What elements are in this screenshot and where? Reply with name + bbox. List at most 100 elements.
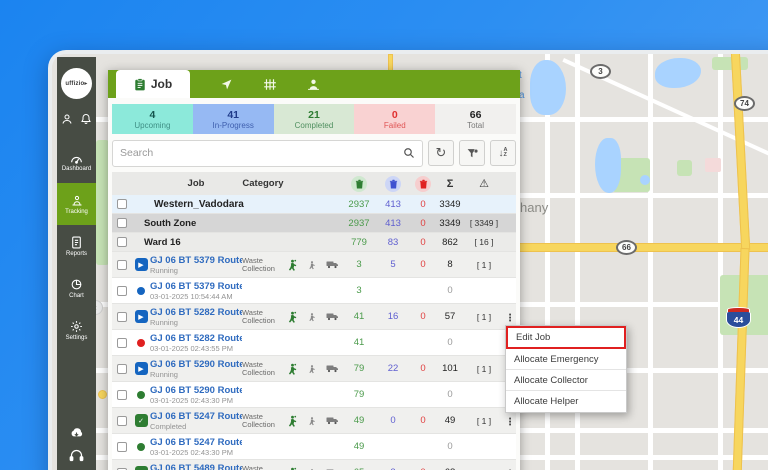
job-name-link[interactable]: GJ 06 BT 5247 Route 16	[150, 411, 242, 422]
job-name-link[interactable]: GJ 06 BT 5290 Route 5	[150, 385, 242, 396]
running-status-icon: ▶	[135, 362, 148, 375]
truck-icon	[326, 364, 339, 373]
job-name-link[interactable]: GJ 06 BT 5247 Route 16	[150, 437, 242, 448]
route-marker-3: 3	[590, 64, 611, 79]
row-checkbox[interactable]	[117, 312, 127, 322]
tab-job[interactable]: Job	[116, 70, 190, 98]
sidebar-item-dashboard[interactable]: Dashboard	[57, 141, 96, 183]
status-card-completed[interactable]: 21Completed	[274, 104, 355, 134]
job-category: Waste Collection	[242, 361, 284, 377]
status-card-failed[interactable]: 0Failed	[354, 104, 435, 134]
map-water	[595, 138, 621, 193]
column-header-job[interactable]: Job	[150, 178, 242, 189]
column-header-sigma: Σ	[436, 178, 464, 190]
table-row-instance[interactable]: GJ 06 BT 5379 Route 703-01-2025 10:54:44…	[112, 278, 516, 304]
table-row-job[interactable]: ▶GJ 06 BT 5290 Route 5RunningWaste Colle…	[112, 356, 516, 382]
bell-icon[interactable]	[80, 113, 92, 125]
row-checkbox[interactable]	[117, 390, 127, 400]
table-row-job[interactable]: ✓GJ 06 BT 5247 Route 16CompletedWaste Co…	[112, 408, 516, 434]
status-card-upcoming[interactable]: 4Upcoming	[112, 104, 193, 134]
table-row-region[interactable]: Western_Vadodara293741303349	[112, 195, 516, 214]
table-row-zone[interactable]: South Zone293741303349[ 3349 ]	[112, 214, 516, 233]
filter-button[interactable]	[459, 140, 485, 166]
table-row-instance[interactable]: GJ 06 BT 5282 Route 603-01-2025 02:43:55…	[112, 330, 516, 356]
context-menu-item-edit-job[interactable]: Edit Job	[506, 326, 626, 349]
count-b2: 413	[376, 199, 410, 210]
group-name: Western_Vadodara	[132, 199, 342, 210]
status-card-label: Failed	[384, 121, 406, 130]
job-name-link[interactable]: GJ 06 BT 5282 Route 6	[150, 307, 242, 318]
status-card-value: 66	[470, 109, 482, 121]
column-header-warning: ⚠	[464, 177, 504, 190]
count-tot: 101	[436, 363, 464, 374]
count-b1: 41	[342, 311, 376, 322]
table-row-instance[interactable]: GJ 06 BT 5290 Route 503-01-2025 02:43:30…	[112, 382, 516, 408]
map-highway	[731, 50, 750, 250]
cloud-download-icon[interactable]	[68, 426, 85, 439]
headset-icon[interactable]	[69, 449, 84, 462]
trip-count: [ 1 ]	[464, 312, 504, 322]
job-name-link[interactable]: GJ 06 BT 5282 Route 6	[150, 333, 242, 344]
count-b1: 49	[342, 415, 376, 426]
job-status-text: Running	[150, 318, 242, 327]
status-card-total[interactable]: 66Total	[435, 104, 516, 134]
sidebar-item-reports[interactable]: Reports	[57, 225, 96, 267]
chart-icon	[70, 278, 83, 291]
count-tot: 3349	[436, 199, 464, 210]
status-dot	[137, 443, 145, 451]
map-park	[712, 57, 748, 70]
row-checkbox[interactable]	[117, 442, 127, 452]
sidebar-item-label: Chart	[69, 293, 84, 299]
row-menu-button[interactable]: ⋮	[505, 313, 515, 324]
row-checkbox[interactable]	[117, 338, 127, 348]
count-tot: 862	[436, 237, 464, 248]
row-checkbox[interactable]	[117, 416, 127, 426]
job-status-text: Completed	[150, 422, 242, 431]
map-water	[655, 58, 701, 88]
row-checkbox[interactable]	[117, 364, 127, 374]
refresh-button[interactable]: ↻	[428, 140, 454, 166]
count-b1: 3	[342, 259, 376, 270]
row-checkbox[interactable]	[117, 199, 127, 209]
count-b3: 0	[410, 311, 436, 322]
column-header-category[interactable]: Category	[242, 180, 284, 188]
job-name-link[interactable]: GJ 06 BT 5379 Route 7	[150, 281, 242, 292]
sidebar-item-settings[interactable]: Settings	[57, 309, 96, 351]
status-card-value: 21	[308, 109, 320, 121]
sidebar-item-chart[interactable]: Chart	[57, 267, 96, 309]
user-icon[interactable]	[61, 113, 73, 125]
count-tot: 0	[436, 441, 464, 452]
table-row-job[interactable]: ▶GJ 06 BT 5282 Route 6RunningWaste Colle…	[112, 304, 516, 330]
job-name-link[interactable]: GJ 06 BT 5379 Route 7	[150, 255, 242, 266]
navigation-arrow-icon[interactable]	[220, 78, 233, 91]
row-checkbox[interactable]	[117, 260, 127, 270]
person-pin-icon[interactable]	[307, 78, 320, 91]
helper-icon	[308, 260, 316, 270]
geofence-icon[interactable]	[263, 78, 277, 91]
row-checkbox[interactable]	[117, 286, 127, 296]
green-bin-icon	[351, 176, 367, 192]
context-menu-item-allocate-helper[interactable]: Allocate Helper	[506, 391, 626, 412]
context-menu-item-allocate-collector[interactable]: Allocate Collector	[506, 370, 626, 391]
row-checkbox[interactable]	[117, 237, 127, 247]
status-card-in-progress[interactable]: 41In-Progress	[193, 104, 274, 134]
sort-button[interactable]: ↓AZ	[490, 140, 516, 166]
job-timestamp: 03-01-2025 02:43:55 PM	[150, 344, 242, 353]
trip-count: [ 1 ]	[464, 260, 504, 270]
table-row-job[interactable]: ▶GJ 06 BT 5379 Route 7RunningWaste Colle…	[112, 252, 516, 278]
job-status-summary: 4Upcoming41In-Progress21Completed0Failed…	[112, 104, 516, 134]
job-timestamp: 03-01-2025 02:43:30 PM	[150, 448, 242, 457]
app-window: 3746644 hanyta uffizio▸ DashboardTrackin…	[48, 50, 768, 470]
row-checkbox[interactable]	[117, 218, 127, 228]
count-b2: 413	[376, 218, 410, 229]
table-row-instance[interactable]: GJ 06 BT 5247 Route 1603-01-2025 02:43:3…	[112, 434, 516, 460]
table-row-ward[interactable]: Ward 16779830862[ 16 ]	[112, 233, 516, 252]
context-menu-item-allocate-emergency[interactable]: Allocate Emergency	[506, 349, 626, 370]
collector-icon	[287, 259, 298, 271]
job-name-link[interactable]: GJ 06 BT 5489 Route 09	[150, 463, 242, 470]
job-name-link[interactable]: GJ 06 BT 5290 Route 5	[150, 359, 242, 370]
sidebar-item-tracking[interactable]: Tracking	[57, 183, 96, 225]
search-input[interactable]	[120, 147, 403, 159]
row-menu-button[interactable]: ⋮	[505, 417, 515, 428]
table-row-job[interactable]: ✓GJ 06 BT 5489 Route 09CompletedWaste Co…	[112, 460, 516, 470]
